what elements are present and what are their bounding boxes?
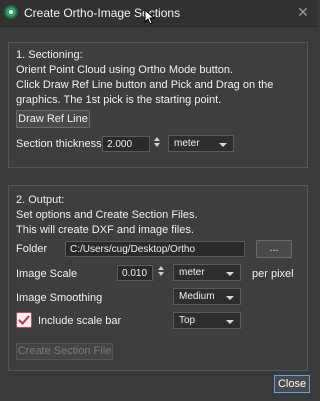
- output-text-2: This will create DXF and image files.: [16, 224, 194, 236]
- scale-bar-position-value: Top: [179, 315, 196, 326]
- chevron-down-icon: [219, 143, 227, 147]
- section-thickness-label: Section thickness: [16, 138, 102, 150]
- folder-label: Folder: [16, 243, 48, 255]
- scale-unit-select[interactable]: meter: [173, 264, 241, 281]
- chevron-down-icon: [226, 296, 234, 300]
- output-heading: 2. Output:: [16, 194, 65, 206]
- image-smoothing-select[interactable]: Medium: [173, 288, 241, 305]
- image-smoothing-value: Medium: [179, 291, 215, 302]
- browse-folder-button[interactable]: ...: [256, 240, 292, 258]
- close-button[interactable]: Close: [274, 375, 310, 393]
- scale-unit-value: meter: [179, 267, 205, 278]
- image-scale-input[interactable]: 0.010: [117, 265, 153, 281]
- thickness-unit-value: meter: [174, 138, 200, 149]
- folder-path-input[interactable]: C:/Users/cug/Desktop/Ortho: [65, 241, 245, 257]
- draw-ref-line-button[interactable]: Draw Ref Line: [16, 110, 90, 128]
- chevron-down-icon: [226, 320, 234, 324]
- sectioning-text-3: graphics. The 1st pick is the starting p…: [16, 94, 222, 106]
- image-scale-spinner[interactable]: [155, 264, 166, 281]
- sectioning-text-2: Click Draw Ref Line button and Pick and …: [16, 79, 274, 91]
- include-scale-bar-label: Include scale bar: [38, 315, 122, 327]
- per-pixel-label: per pixel: [252, 268, 294, 280]
- output-text-1: Set options and Create Section Files.: [16, 209, 198, 221]
- scale-bar-position-select[interactable]: Top: [173, 312, 241, 329]
- spin-up-icon[interactable]: [157, 266, 164, 270]
- checkmark-icon: [18, 315, 30, 325]
- include-scale-bar-checkbox[interactable]: [16, 312, 32, 328]
- sectioning-text-1: Orient Point Cloud using Ortho Mode butt…: [16, 64, 234, 76]
- spin-up-icon[interactable]: [153, 137, 160, 141]
- image-scale-label: Image Scale: [16, 268, 78, 280]
- spin-down-icon[interactable]: [153, 143, 160, 147]
- image-smoothing-label: Image Smoothing: [16, 292, 103, 304]
- spin-down-icon[interactable]: [157, 272, 164, 276]
- window-title: Create Ortho-Image Sections: [24, 6, 181, 20]
- section-thickness-spinner[interactable]: [151, 135, 162, 152]
- window-close-icon[interactable]: ✕: [295, 4, 311, 20]
- mouse-cursor-icon: [144, 9, 156, 25]
- chevron-down-icon: [226, 272, 234, 276]
- sectioning-heading: 1. Sectioning:: [16, 49, 83, 61]
- app-logo-icon: [4, 5, 18, 19]
- create-section-file-button[interactable]: Create Section File: [16, 343, 113, 360]
- title-bar: Create Ortho-Image Sections ✕: [0, 0, 317, 27]
- section-thickness-input[interactable]: 2.000: [102, 136, 150, 152]
- thickness-unit-select[interactable]: meter: [168, 135, 234, 152]
